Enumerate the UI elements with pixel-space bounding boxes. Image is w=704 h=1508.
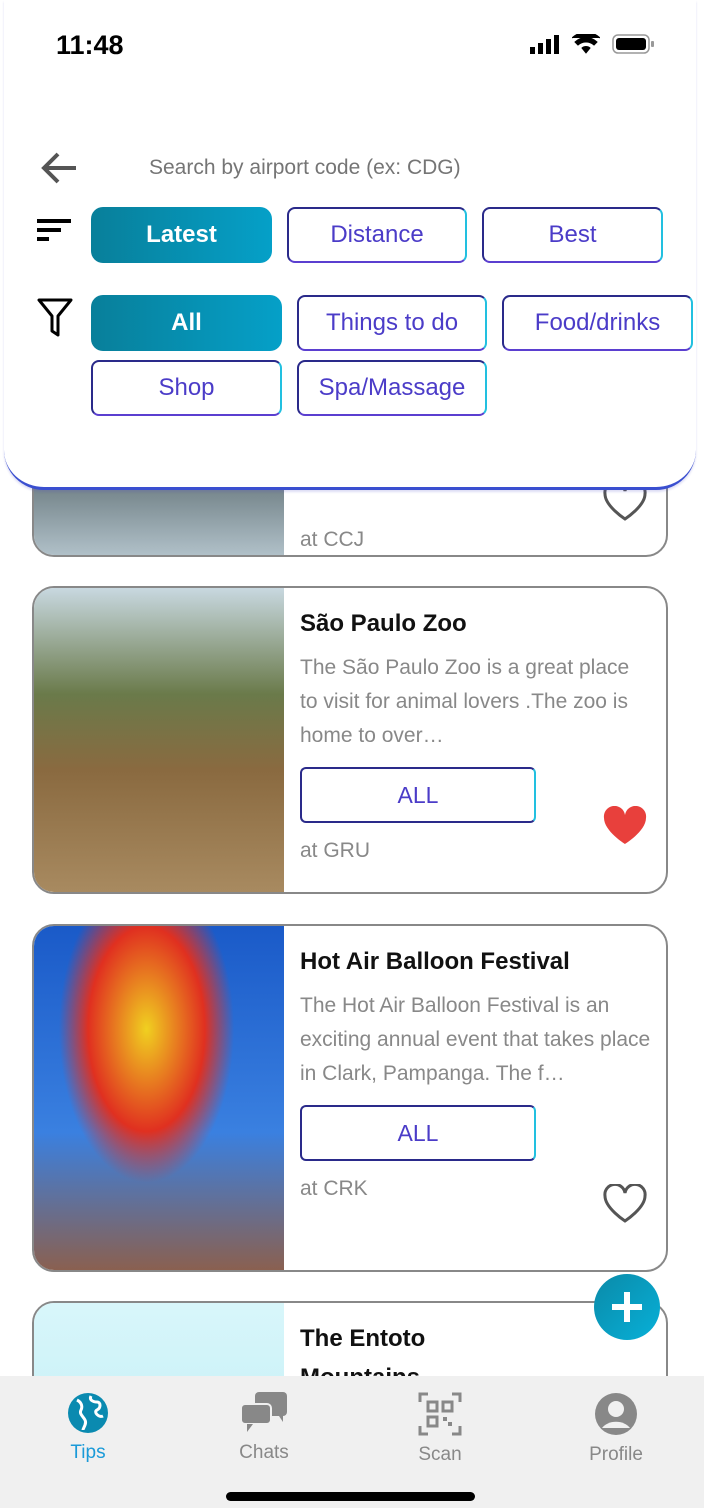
clock: 11:48 xyxy=(56,30,124,60)
tip-description: The Hot Air Balloon Festival is an excit… xyxy=(300,994,651,1085)
heart-filled-icon[interactable] xyxy=(602,806,648,846)
tip-image xyxy=(34,926,284,1270)
tab-label: Tips xyxy=(70,1442,106,1463)
location: at CRK xyxy=(300,1177,368,1200)
tip-card[interactable]: Hot Air Balloon Festival The Hot Air Bal… xyxy=(32,924,668,1272)
qr-icon xyxy=(418,1392,462,1436)
filter-things-to-do-button[interactable]: Things to do xyxy=(297,295,487,351)
tab-bar: Tips Chats Scan Profile xyxy=(0,1376,704,1508)
globe-icon xyxy=(68,1393,108,1433)
plus-icon xyxy=(612,1292,642,1322)
wifi-icon xyxy=(572,34,600,54)
filter-spa-massage-button[interactable]: Spa/Massage xyxy=(297,360,487,416)
filter-shop-button[interactable]: Shop xyxy=(91,360,282,416)
location: at CCJ xyxy=(300,528,365,551)
tip-title: Hot Air Balloon Festival xyxy=(300,948,570,975)
category-tag[interactable]: ALL xyxy=(300,767,536,823)
search-input[interactable] xyxy=(149,156,649,180)
add-tip-button[interactable] xyxy=(594,1274,660,1340)
tab-profile[interactable]: Profile xyxy=(528,1376,704,1508)
tab-scan[interactable]: Scan xyxy=(352,1376,528,1508)
heart-outline-icon[interactable] xyxy=(602,1184,648,1224)
filter-icon xyxy=(37,298,73,337)
tab-chats[interactable]: Chats xyxy=(176,1376,352,1508)
sort-distance-button[interactable]: Distance xyxy=(287,207,467,263)
category-tag[interactable]: ALL xyxy=(300,1105,536,1161)
home-indicator[interactable] xyxy=(226,1492,475,1501)
chat-icon xyxy=(241,1392,287,1432)
back-arrow-icon[interactable] xyxy=(40,150,80,186)
tip-image xyxy=(34,588,284,892)
tab-label: Chats xyxy=(239,1442,289,1463)
battery-icon xyxy=(612,34,654,54)
tab-label: Profile xyxy=(589,1444,643,1465)
tip-card[interactable]: São Paulo Zoo The São Paulo Zoo is a gre… xyxy=(32,586,668,894)
status-bar: 11:48 xyxy=(0,0,704,90)
filter-food-drinks-button[interactable]: Food/drinks xyxy=(502,295,693,351)
tip-title: São Paulo Zoo xyxy=(300,610,467,637)
tab-label: Scan xyxy=(418,1444,462,1465)
signal-icon xyxy=(530,35,559,54)
tab-tips[interactable]: Tips xyxy=(0,1376,176,1508)
tip-description: The São Paulo Zoo is a great place to vi… xyxy=(300,656,630,747)
location: at GRU xyxy=(300,839,371,862)
sort-best-button[interactable]: Best xyxy=(482,207,663,263)
filter-all-button[interactable]: All xyxy=(91,295,282,351)
sort-latest-button[interactable]: Latest xyxy=(91,207,272,263)
sort-icon xyxy=(37,219,71,241)
profile-icon xyxy=(595,1393,637,1435)
